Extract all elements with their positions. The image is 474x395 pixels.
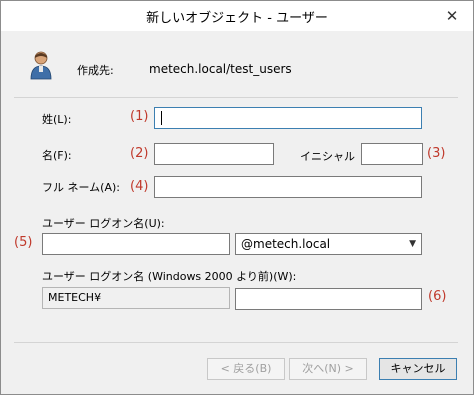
first-name-input[interactable] [154,143,274,165]
chevron-down-icon: ▼ [409,239,416,249]
domain-select[interactable]: @metech.local ▼ [235,233,422,255]
separator [14,342,458,343]
initials-label: イニシャル [300,150,355,163]
dialog-window: 新しいオブジェクト - ユーザー ✕ 作成先: metech.local/tes… [0,0,474,395]
full-name-input[interactable] [154,176,422,198]
pre2000-logon-input[interactable] [235,288,422,310]
logon-name-input[interactable] [42,233,230,255]
text-caret [161,111,162,125]
annotation-5: (5) [14,235,33,250]
annotation-1: (1) [130,109,149,124]
logon-name-label: ユーザー ログオン名(U): [42,217,165,230]
separator [14,97,458,98]
last-name-label: 姓(L): [42,113,72,126]
full-name-label: フル ネーム(A): [42,181,120,194]
next-button[interactable]: 次へ(N) > [289,358,367,380]
back-button[interactable]: < 戻る(B) [207,358,285,380]
dialog-body: 作成先: metech.local/test_users 姓(L): (1) 名… [2,31,472,393]
pre2000-logon-label: ユーザー ログオン名 (Windows 2000 より前)(W): [42,270,297,283]
pre2000-domain-value: METECH¥ [48,291,102,304]
last-name-input[interactable] [154,107,422,129]
window-title: 新しいオブジェクト - ユーザー [146,11,328,26]
domain-select-value: @metech.local [241,237,331,251]
title-bar: 新しいオブジェクト - ユーザー ✕ [1,1,473,31]
annotation-4: (4) [130,179,149,194]
created-in-label: 作成先: [77,64,114,77]
annotation-6: (6) [428,289,447,304]
created-in-value: metech.local/test_users [149,62,292,76]
close-icon[interactable]: ✕ [441,5,463,27]
cancel-button[interactable]: キャンセル [379,358,457,380]
first-name-label: 名(F): [42,149,72,162]
annotation-2: (2) [130,146,149,161]
annotation-3: (3) [427,146,446,161]
user-icon [30,51,52,80]
pre2000-domain-field: METECH¥ [42,287,230,309]
initials-input[interactable] [361,143,423,165]
